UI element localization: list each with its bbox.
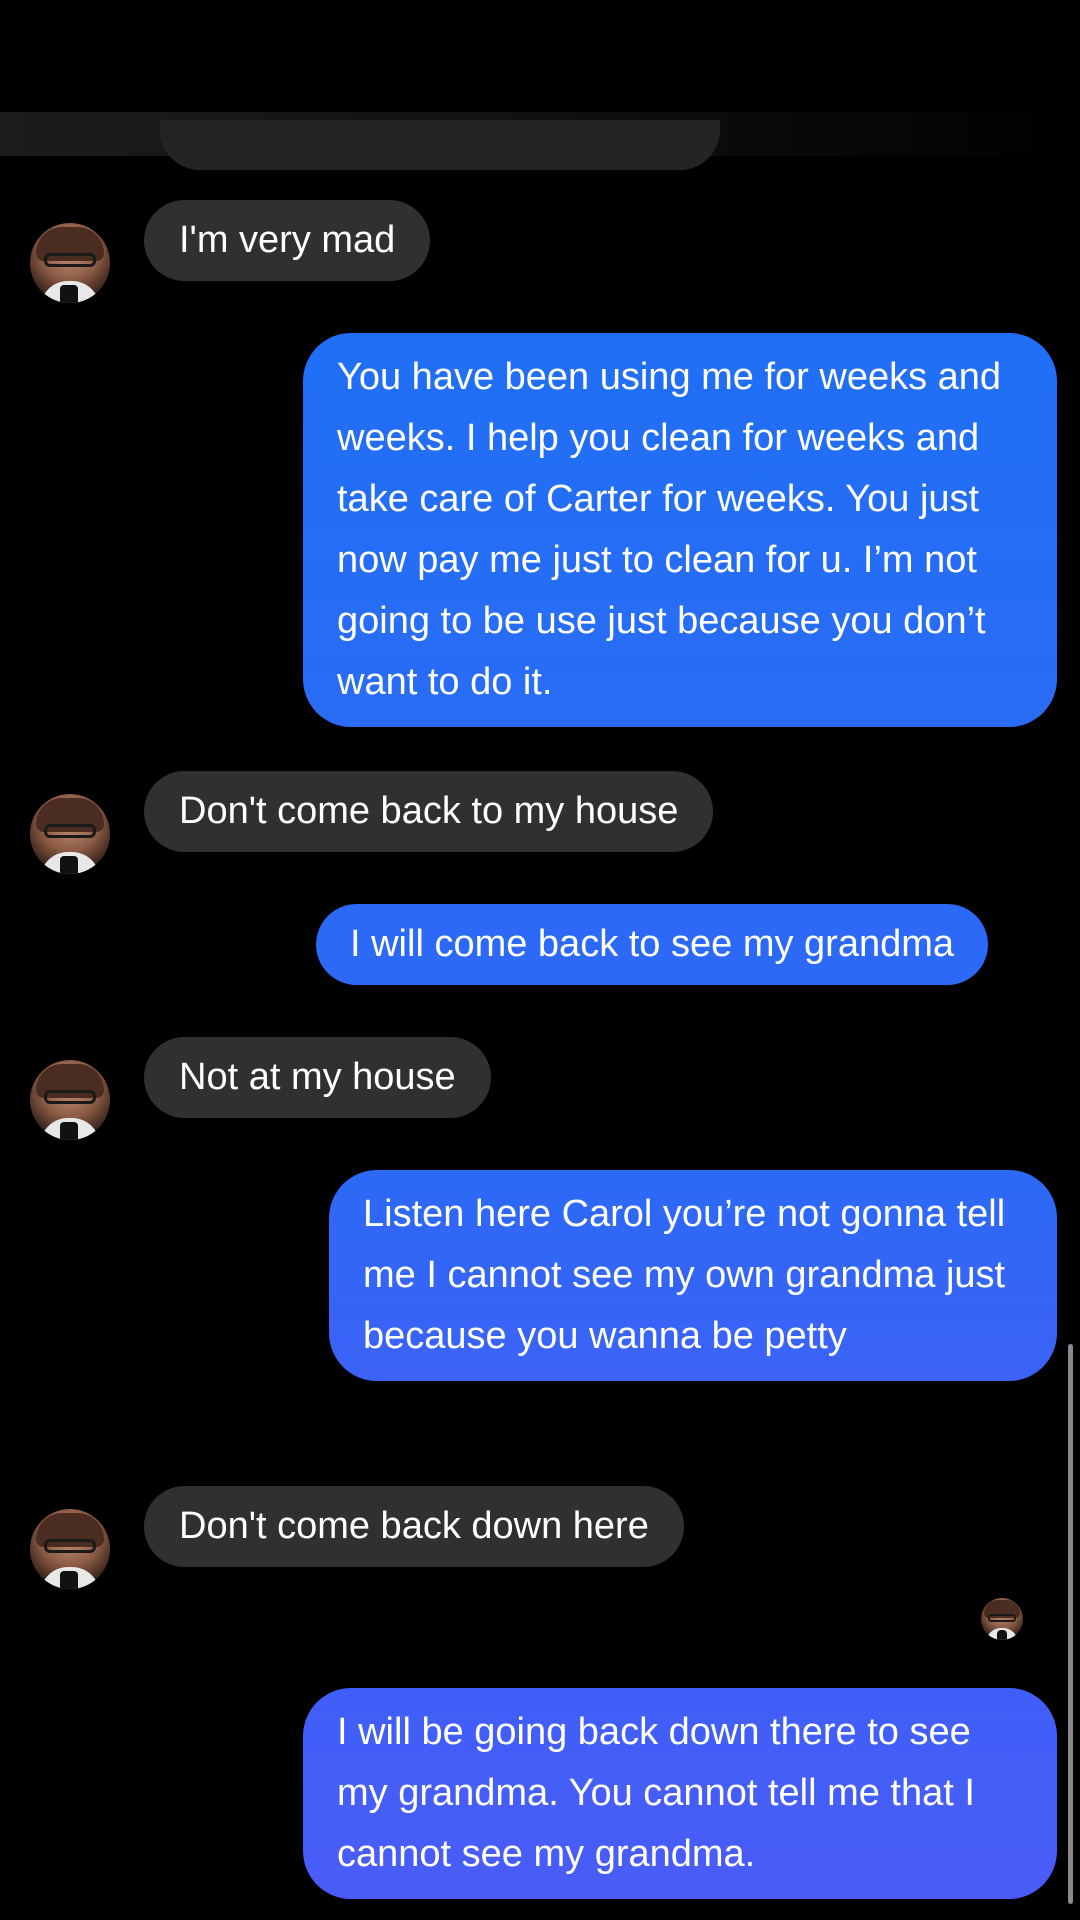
message-text: I will be going back down there to see m… bbox=[337, 1711, 975, 1875]
scrollbar[interactable] bbox=[1068, 1344, 1073, 1904]
incoming-message[interactable]: Not at my house bbox=[144, 1037, 491, 1118]
contact-avatar-icon[interactable] bbox=[30, 1060, 110, 1140]
contact-avatar-icon[interactable] bbox=[30, 1509, 110, 1589]
outgoing-message[interactable]: I will come back to see my grandma bbox=[316, 904, 989, 985]
message-text: Listen here Carol you’re not gonna tell … bbox=[363, 1193, 1006, 1357]
message-text: Don't come back to my house bbox=[179, 790, 679, 832]
message-text: Don't come back down here bbox=[179, 1505, 649, 1547]
message-text: I'm very mad bbox=[179, 219, 396, 261]
contact-avatar-icon[interactable] bbox=[30, 223, 110, 303]
outgoing-message[interactable]: You have been using me for weeks and wee… bbox=[303, 333, 1057, 727]
message-text: I will come back to see my grandma bbox=[350, 923, 955, 965]
message-text: Not at my house bbox=[179, 1056, 456, 1098]
message-text: You have been using me for weeks and wee… bbox=[337, 356, 1002, 703]
contact-avatar-icon[interactable] bbox=[30, 794, 110, 874]
incoming-message[interactable]: Don't come back to my house bbox=[144, 771, 714, 852]
read-receipt-avatar-icon bbox=[981, 1598, 1023, 1640]
outgoing-message[interactable]: Listen here Carol you’re not gonna tell … bbox=[329, 1170, 1057, 1381]
previous-message-fade bbox=[0, 112, 1080, 170]
incoming-message[interactable]: I'm very mad bbox=[144, 200, 431, 281]
partial-message-bubble[interactable] bbox=[160, 120, 720, 170]
outgoing-message[interactable]: I will be going back down there to see m… bbox=[303, 1688, 1057, 1899]
incoming-message[interactable]: Don't come back down here bbox=[144, 1486, 684, 1567]
